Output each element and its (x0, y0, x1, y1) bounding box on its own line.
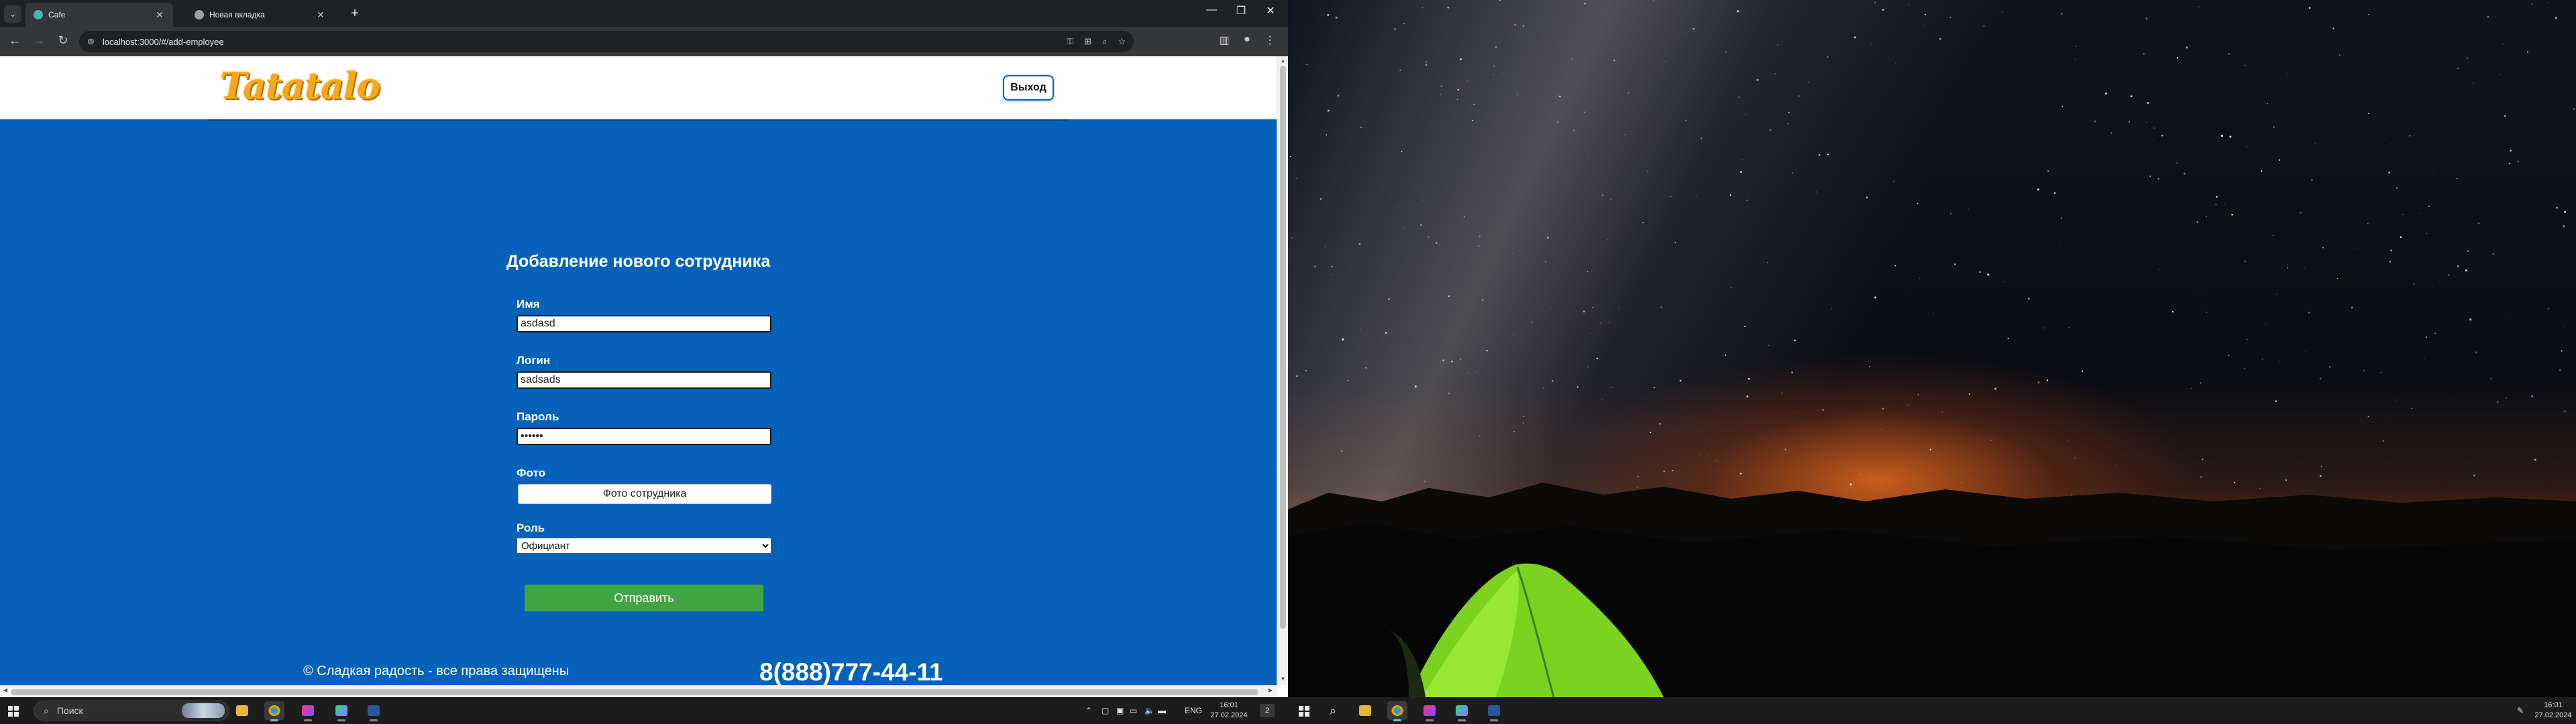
language-indicator[interactable]: ENG (1185, 706, 1202, 715)
notifications-badge[interactable]: 2 (1260, 704, 1275, 717)
page-viewport: Tatatalo Выход Добавление нового сотрудн… (0, 56, 1277, 685)
tab-strip: ⌄ Cafe ✕ Новая вкладка ✕ + — ❐ ✕ (0, 0, 1288, 27)
clock-time: 16:01 (2544, 701, 2563, 709)
window-close-icon[interactable]: ✕ (1257, 4, 1284, 17)
logout-button[interactable]: Выход (1003, 75, 1054, 101)
taskbar-left: ⌕ Поиск ⌃ ▢ ▣ ▭ 🔈 ▬ ENG 16:01 27.02.2024… (0, 697, 1288, 724)
name-label: Имя (517, 298, 540, 310)
volume-icon[interactable]: 🔈 (1144, 706, 1155, 715)
logo[interactable]: Tatatalo (220, 64, 380, 107)
login-input[interactable] (517, 371, 771, 389)
tray-chevron-icon[interactable]: ⌃ (1085, 706, 1092, 715)
menu-dots-icon[interactable]: ⋮ (1261, 34, 1279, 47)
battery-icon[interactable]: ▬ (1158, 706, 1166, 715)
clock-date: 27.02.2024 (2534, 711, 2572, 719)
name-input[interactable] (517, 315, 771, 333)
browser-window: ⌄ Cafe ✕ Новая вкладка ✕ + — ❐ ✕ ← → ↻ ⊜… (0, 0, 1288, 697)
clock-time: 16:01 (1220, 701, 1238, 709)
footer-copyright: © Сладкая радость - все права защищены (303, 664, 570, 678)
login-label: Логин (517, 354, 551, 367)
translate-icon[interactable]: ⊞ (1084, 36, 1091, 47)
chrome-icon[interactable] (264, 701, 284, 721)
vertical-scrollbar[interactable]: ▲ ▼ (1277, 56, 1288, 685)
datagrip-icon[interactable] (331, 701, 352, 721)
scroll-up-icon[interactable]: ▲ (1277, 58, 1288, 64)
bookmark-star-icon[interactable]: ☆ (1118, 36, 1126, 47)
forward-arrow-icon[interactable]: → (30, 34, 48, 48)
url-text: localhost:3000/#/add-employee (102, 36, 224, 47)
tray-app-icon[interactable]: ▢ (1102, 706, 1109, 715)
site-header: Tatatalo Выход (0, 56, 1277, 119)
maximize-icon[interactable]: ❐ (1228, 4, 1254, 17)
side-panel-icon[interactable]: ▥ (1216, 34, 1233, 47)
reload-icon[interactable]: ↻ (54, 34, 72, 48)
word-icon[interactable] (364, 701, 384, 721)
back-arrow-icon[interactable]: ← (5, 34, 24, 48)
windows-start-icon[interactable] (1299, 706, 1309, 717)
tab-title: Cafe (48, 10, 66, 19)
file-explorer-icon[interactable] (1355, 701, 1375, 720)
taskbar-right: ⌕ ✎ 16:01 27.02.2024 (1288, 697, 2576, 724)
scroll-down-icon[interactable]: ▼ (1277, 676, 1288, 682)
footer-phone: 8(888)777-44-11 (759, 658, 943, 685)
vertical-scroll-thumb[interactable] (1280, 66, 1286, 629)
tab-title: Новая вкладка (209, 10, 265, 19)
pen-icon[interactable]: ✎ (2517, 706, 2524, 715)
windows-start-icon[interactable] (8, 706, 19, 717)
key-icon[interactable]: ⚿ (1067, 36, 1073, 47)
horizontal-scrollbar[interactable]: ◀ ▶ (0, 685, 1277, 697)
password-label: Пароль (517, 410, 559, 423)
screen: ⌄ Cafe ✕ Новая вкладка ✕ + — ❐ ✕ ← → ↻ ⊜… (0, 0, 2576, 724)
profile-avatar-icon[interactable]: ● (1238, 34, 1256, 46)
taskbar-search[interactable]: ⌕ Поиск (34, 701, 229, 721)
chrome-favicon-icon (195, 10, 204, 19)
submit-button[interactable]: Отправить (525, 585, 763, 611)
zoom-icon[interactable]: ⌕ (1102, 36, 1107, 47)
scroll-right-icon[interactable]: ▶ (1265, 687, 1276, 693)
search-placeholder: Поиск (56, 705, 83, 716)
tab-new-tab[interactable]: Новая вкладка ✕ (186, 3, 334, 27)
network-icon[interactable]: ▭ (1130, 706, 1137, 715)
page-title: Добавление нового сотрудника (506, 252, 771, 271)
address-bar[interactable]: ⊜ localhost:3000/#/add-employee ⚿ ⊞ ⌕ ☆ (79, 31, 1134, 52)
clock-date: 27.02.2024 (1210, 711, 1248, 719)
word-icon[interactable] (1484, 701, 1504, 721)
tab-cafe[interactable]: Cafe ✕ (25, 3, 173, 27)
close-icon[interactable]: ✕ (315, 9, 326, 21)
landscape-art (1288, 483, 2576, 697)
search-highlight-art (182, 703, 225, 718)
minimize-icon[interactable]: — (1198, 4, 1225, 16)
jetbrains-ide-icon[interactable] (298, 701, 318, 721)
tab-search-chevron-icon[interactable]: ⌄ (4, 5, 21, 23)
file-explorer-icon[interactable] (232, 701, 252, 720)
desktop-wallpaper (1288, 0, 2576, 697)
role-select[interactable]: Официант (517, 538, 771, 554)
password-input[interactable] (517, 428, 771, 445)
clock[interactable]: 16:01 27.02.2024 (1208, 701, 1250, 721)
photo-upload-button[interactable]: Фото сотрудника (518, 484, 771, 504)
clock[interactable]: 16:01 27.02.2024 (2533, 701, 2573, 721)
site-info-icon[interactable]: ⊜ (87, 36, 95, 47)
datagrip-icon[interactable] (1452, 701, 1472, 721)
close-icon[interactable]: ✕ (154, 9, 165, 21)
browser-toolbar: ← → ↻ ⊜ localhost:3000/#/add-employee ⚿ … (0, 27, 1288, 56)
horizontal-scroll-thumb[interactable] (11, 689, 1258, 695)
cafe-favicon-icon (34, 10, 43, 19)
role-label: Роль (517, 522, 545, 534)
search-icon[interactable]: ⌕ (1323, 701, 1343, 720)
chrome-icon[interactable] (1387, 701, 1407, 721)
search-icon: ⌕ (44, 705, 49, 716)
photo-label: Фото (517, 467, 545, 479)
new-tab-plus-icon[interactable]: + (346, 5, 364, 23)
jetbrains-ide-icon[interactable] (1419, 701, 1440, 721)
scroll-left-icon[interactable]: ◀ (0, 687, 11, 693)
tray-display-icon[interactable]: ▣ (1116, 706, 1124, 715)
header-divider (208, 119, 1068, 121)
